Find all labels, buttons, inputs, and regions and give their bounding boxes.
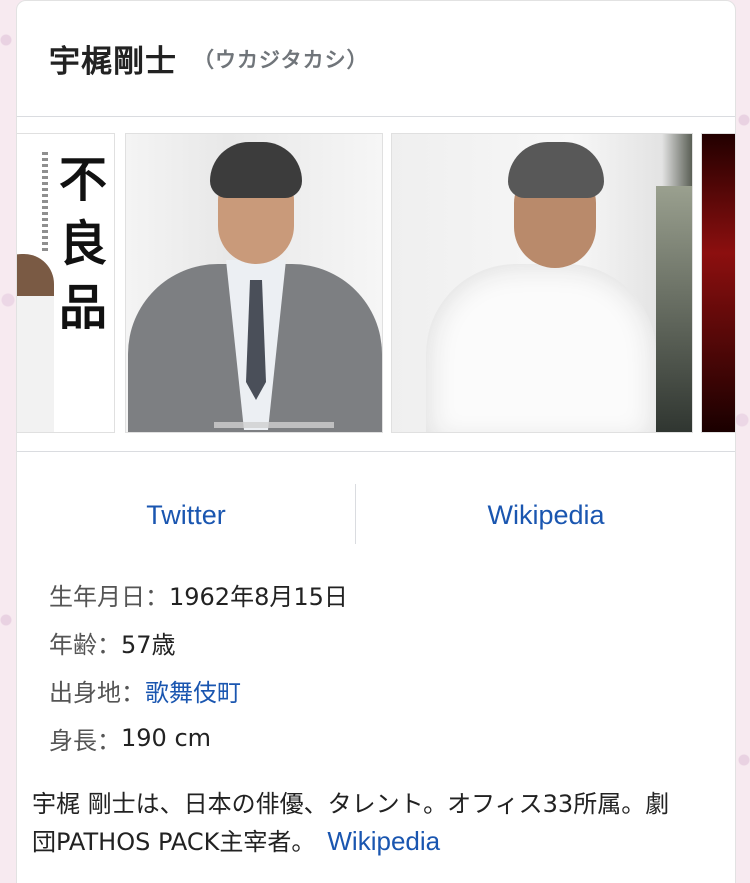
- fact-label: 身長：: [49, 726, 121, 755]
- fact-birthdate: 生年月日： 1962年8月15日: [49, 570, 735, 618]
- profile-links: Twitter Wikipedia: [17, 452, 735, 570]
- poster-image[interactable]: 不良品: [17, 133, 115, 433]
- person-name: 宇梶剛士: [49, 44, 177, 80]
- white-shirt: [426, 264, 656, 432]
- poster-tagline-text: [42, 152, 48, 252]
- portrait-hair: [508, 142, 604, 198]
- knowledge-panel-card: 宇梶剛士 （ウカジタカシ） 不良品 Twitter Wikipedia 生年月日…: [16, 0, 736, 883]
- photo-credit-mark: [214, 422, 334, 428]
- white-shirt-portrait-image[interactable]: [391, 133, 693, 433]
- name-reading: （ウカジタカシ）: [193, 47, 369, 72]
- link-divider: [355, 484, 356, 544]
- fact-birthplace: 出身地： 歌舞伎町: [49, 666, 735, 714]
- fact-value: 190 cm: [121, 724, 212, 752]
- fact-label: 出身地：: [49, 678, 145, 707]
- image-carousel[interactable]: 不良品: [17, 117, 735, 452]
- background-poster: [656, 186, 692, 432]
- twitter-link[interactable]: Twitter: [17, 486, 355, 544]
- fact-height: 身長： 190 cm: [49, 714, 735, 762]
- panel-header: 宇梶剛士 （ウカジタカシ）: [17, 1, 735, 117]
- description-source-link[interactable]: Wikipedia: [327, 826, 440, 856]
- fact-label: 年齢：: [49, 630, 121, 659]
- poster-title: 不良品: [58, 152, 107, 336]
- fact-list: 生年月日： 1962年8月15日 年齢： 57歳 出身地： 歌舞伎町 身長： 1…: [17, 570, 735, 762]
- portrait-hair: [210, 142, 302, 198]
- fact-value: 57歳: [121, 630, 176, 659]
- suit-portrait-image[interactable]: [125, 133, 383, 433]
- fact-value: 1962年8月15日: [169, 582, 348, 611]
- poster-figure: [17, 254, 54, 432]
- wikipedia-link[interactable]: Wikipedia: [357, 486, 735, 544]
- description: 宇梶 剛士は、日本の俳優、タレント。オフィス33所属。劇団PATHOS PACK…: [32, 786, 692, 861]
- fact-label: 生年月日：: [49, 582, 169, 611]
- fact-age: 年齢： 57歳: [49, 618, 735, 666]
- birthplace-link[interactable]: 歌舞伎町: [145, 673, 241, 708]
- partial-image[interactable]: [701, 133, 735, 433]
